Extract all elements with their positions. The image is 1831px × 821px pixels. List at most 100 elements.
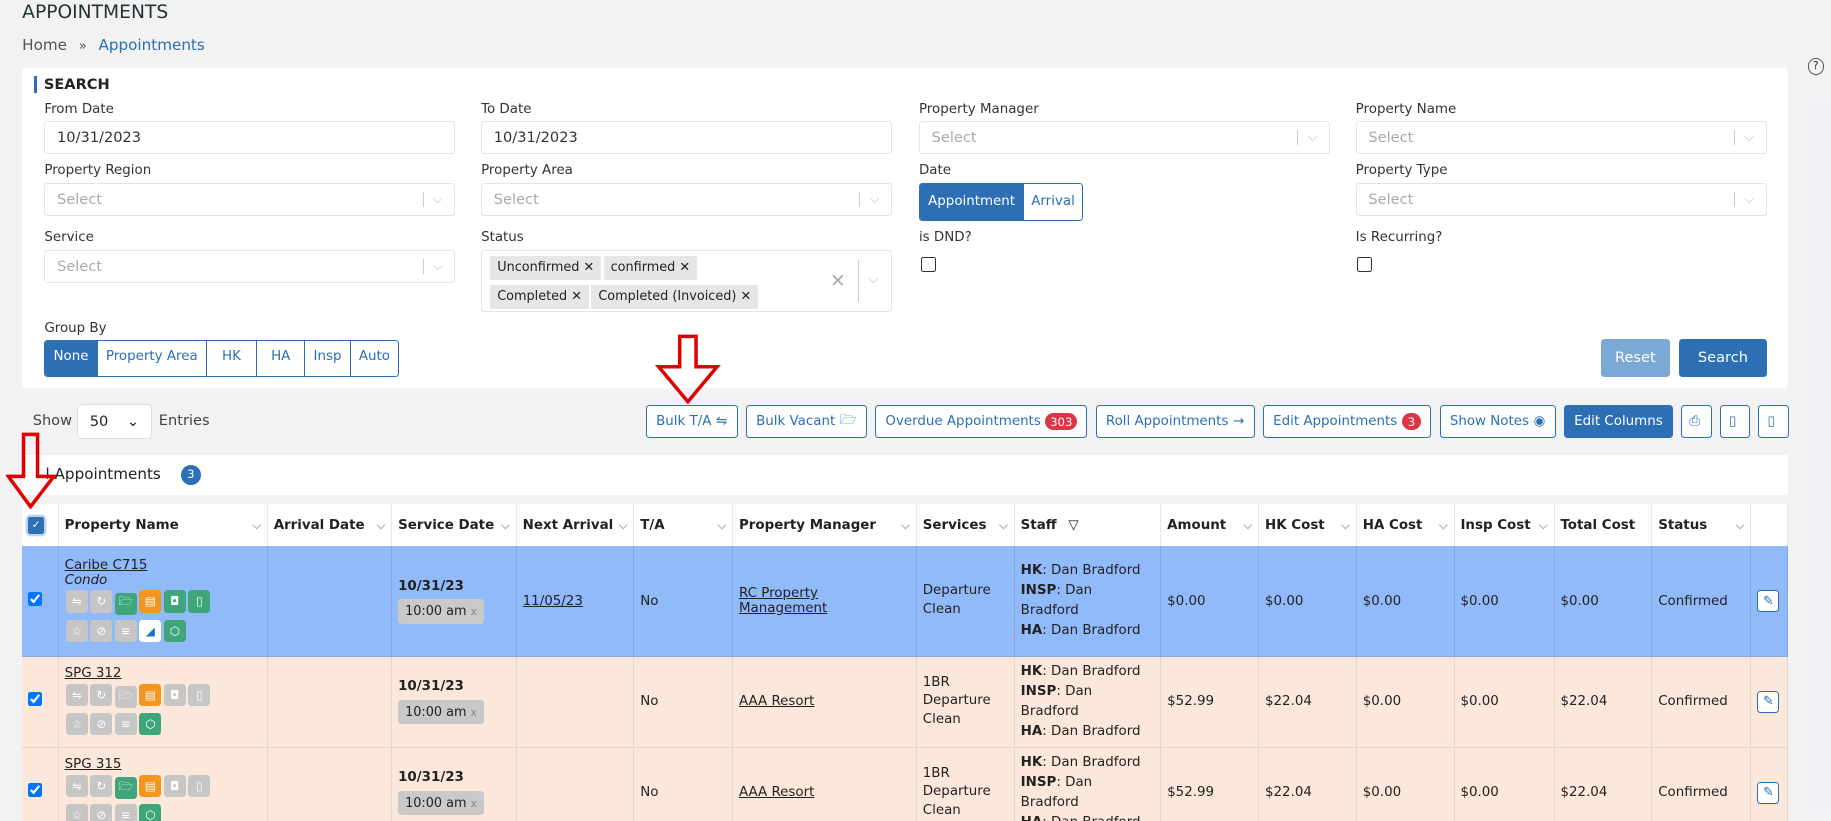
property-name-link[interactable]: Caribe C715 <box>65 558 261 573</box>
camera-icon[interactable]: ◘ <box>163 683 186 706</box>
col-insp-cost[interactable]: Insp Cost ⌵ <box>1454 504 1555 547</box>
bulk-vacant-button[interactable]: Bulk Vacant 🗁 <box>745 405 867 438</box>
property-manager-link[interactable]: AAA Resort <box>739 694 814 709</box>
date-appointment-button[interactable]: Appointment <box>919 184 1024 220</box>
edit-pencil-icon[interactable]: ✎ <box>1757 781 1780 804</box>
property-name-select[interactable]: Select ⌵ <box>1355 121 1767 155</box>
help-icon[interactable]: ? <box>1807 58 1824 75</box>
swap-icon[interactable]: ⇋ <box>65 774 88 797</box>
refresh-icon[interactable]: ↻ <box>90 590 113 613</box>
block-icon[interactable]: ⊘ <box>90 712 113 735</box>
status-chip[interactable]: confirmed ✕ <box>603 255 698 280</box>
star-icon[interactable]: ☆ <box>65 712 88 735</box>
overdue-appointments-button[interactable]: Overdue Appointments 303 <box>875 405 1088 438</box>
edit-pencil-icon[interactable]: ✎ <box>1757 590 1780 613</box>
status-chip[interactable]: Unconfirmed ✕ <box>490 255 602 280</box>
property-name-link[interactable]: SPG 315 <box>65 757 261 772</box>
table-row[interactable]: Caribe C715 Condo ⇋ ↻ 🗁 ▤ ◘ ▯ ☆ ⊘ ≡ ◢ ⬡ 10/31/23 10:0… <box>22 546 1788 657</box>
list-icon[interactable]: ≡ <box>114 619 137 642</box>
col-services[interactable]: Services ⌵ <box>916 504 1015 547</box>
col-next-arrival[interactable]: Next Arrival ⌵ <box>516 504 635 547</box>
folder-icon[interactable]: 🗁 <box>114 777 137 800</box>
property-manager-link[interactable]: AAA Resort <box>739 785 814 800</box>
excel-export-icon[interactable]: ▯ <box>1758 405 1789 438</box>
date-arrival-button[interactable]: Arrival <box>1023 184 1082 220</box>
status-chip[interactable]: Completed (Invoiced) ✕ <box>591 284 759 309</box>
group-hk-button[interactable]: HK <box>205 340 257 377</box>
block-icon[interactable]: ⊘ <box>90 619 113 642</box>
col-hk-cost[interactable]: HK Cost ⌵ <box>1258 504 1357 547</box>
chevron-down-icon[interactable]: ⌵ <box>858 260 878 303</box>
star-icon[interactable]: ☆ <box>65 619 88 642</box>
document-icon[interactable]: ▯ <box>188 590 211 613</box>
property-name-link[interactable]: SPG 312 <box>65 666 261 681</box>
col-staff[interactable]: Staff ▽ <box>1014 504 1162 547</box>
print-icon[interactable]: ⎙ <box>1681 405 1712 438</box>
pdf-export-icon[interactable]: ▯ <box>1719 405 1751 438</box>
time-chip[interactable]: 10:00 am x <box>398 791 484 816</box>
property-manager-link[interactable]: RC Property Management <box>739 586 827 616</box>
document-icon[interactable]: ▯ <box>188 683 211 706</box>
folder-icon[interactable]: 🗁 <box>114 686 137 709</box>
cube-icon[interactable]: ⬡ <box>139 712 162 735</box>
swap-icon[interactable]: ⇋ <box>65 683 88 706</box>
report-icon[interactable]: ▤ <box>139 683 162 706</box>
col-arrival-date[interactable]: Arrival Date ⌵ <box>267 504 393 547</box>
search-button[interactable]: Search <box>1679 338 1767 378</box>
time-chip[interactable]: 10:00 am x <box>398 700 484 725</box>
breadcrumb-current[interactable]: Appointments <box>99 36 205 54</box>
col-total-cost[interactable]: Total Cost <box>1554 504 1653 547</box>
refresh-icon[interactable]: ↻ <box>90 683 113 706</box>
to-date-input[interactable]: 10/31/2023 <box>481 121 893 155</box>
list-icon[interactable]: ≡ <box>114 712 137 735</box>
table-row[interactable]: SPG 315 ⇋ ↻ 🗁 ▤ ◘ ▯ ☆ ⊘ ≡ ⬡ 10/31/23 10:00 am x No … <box>22 747 1788 821</box>
report-icon[interactable]: ▤ <box>139 774 162 797</box>
is-recurring-checkbox[interactable] <box>1356 256 1373 273</box>
group-none-button[interactable]: None <box>45 340 97 377</box>
filter-icon[interactable]: ▽ <box>1068 518 1078 533</box>
col-amount[interactable]: Amount ⌵ <box>1160 504 1260 547</box>
remove-time-icon[interactable]: x <box>471 707 477 719</box>
next-arrival-link[interactable]: 11/05/23 <box>523 594 583 609</box>
cube-icon[interactable]: ⬡ <box>139 803 162 821</box>
group-insp-button[interactable]: Insp <box>304 340 350 377</box>
camera-icon[interactable]: ◘ <box>163 774 186 797</box>
swap-icon[interactable]: ⇋ <box>65 590 88 613</box>
row-checkbox[interactable] <box>28 692 44 708</box>
star-icon[interactable]: ☆ <box>65 803 88 821</box>
property-region-select[interactable]: Select ⌵ <box>44 183 456 216</box>
remove-time-icon[interactable]: x <box>471 798 477 810</box>
time-chip[interactable]: 10:00 am x <box>398 599 484 624</box>
col-status[interactable]: Status ⌵ <box>1651 504 1752 547</box>
edit-appointments-button[interactable]: Edit Appointments 3 <box>1262 405 1432 438</box>
report-icon[interactable]: ▤ <box>139 590 162 613</box>
status-chip[interactable]: Completed ✕ <box>490 284 590 309</box>
list-icon[interactable]: ≡ <box>114 803 137 821</box>
col-ha-cost[interactable]: HA Cost ⌵ <box>1356 504 1455 547</box>
is-dnd-checkbox[interactable] <box>921 256 937 273</box>
refresh-icon[interactable]: ↻ <box>90 774 113 797</box>
property-manager-select[interactable]: Select ⌵ <box>918 121 1330 155</box>
group-ha-button[interactable]: HA <box>256 340 305 377</box>
show-notes-button[interactable]: Show Notes ◉ <box>1439 405 1556 438</box>
breadcrumb-home[interactable]: Home <box>22 36 67 54</box>
table-row[interactable]: SPG 312 ⇋ ↻ 🗁 ▤ ◘ ▯ ☆ ⊘ ≡ ⬡ 10/31/23 10:00 am x No … <box>22 656 1788 748</box>
entries-select[interactable]: 50 ⌄ <box>77 404 152 440</box>
group-auto-button[interactable]: Auto <box>349 340 399 377</box>
edit-pencil-icon[interactable]: ✎ <box>1757 690 1780 713</box>
status-multiselect[interactable]: Unconfirmed ✕ confirmed ✕ Completed ✕ Compl… <box>481 249 893 312</box>
camera-icon[interactable]: ◘ <box>163 590 186 613</box>
property-area-select[interactable]: Select ⌵ <box>481 183 893 216</box>
remove-time-icon[interactable]: x <box>471 606 477 618</box>
group-property-area-button[interactable]: Property Area <box>96 340 206 377</box>
bulk-ta-button[interactable]: Bulk T/A ⇋ <box>645 405 738 438</box>
brand-logo-icon[interactable]: ◢ <box>139 619 162 642</box>
row-checkbox[interactable] <box>28 783 44 799</box>
roll-appointments-button[interactable]: Roll Appointments → <box>1095 405 1255 438</box>
select-all-checkbox[interactable]: ✓ <box>28 517 45 534</box>
service-select[interactable]: Select ⌵ <box>44 249 456 283</box>
from-date-input[interactable]: 10/31/2023 <box>44 121 456 155</box>
clear-icon[interactable]: ✕ <box>830 271 846 292</box>
document-icon[interactable]: ▯ <box>188 774 211 797</box>
edit-columns-button[interactable]: Edit Columns <box>1563 405 1674 438</box>
